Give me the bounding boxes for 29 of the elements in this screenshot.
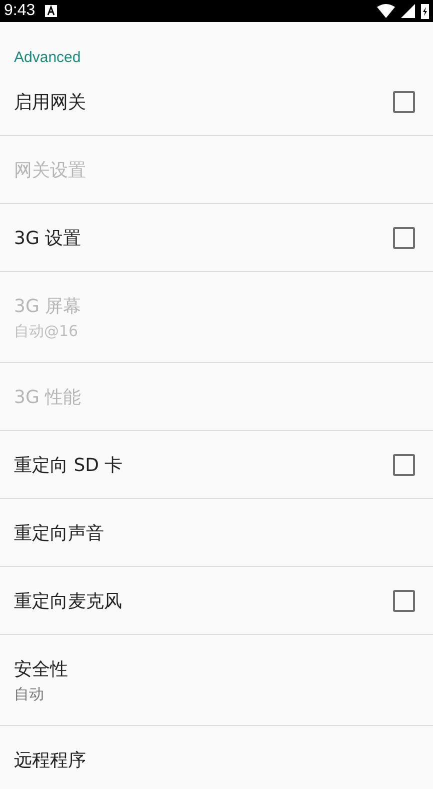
status-time: 9:43 xyxy=(4,2,36,20)
checkbox[interactable] xyxy=(393,590,415,612)
item-title: 网关设置 xyxy=(14,158,87,182)
item-title: 启用网关 xyxy=(14,90,87,114)
section-header: Advanced xyxy=(14,49,81,66)
item-summary: 自动 xyxy=(14,684,45,704)
item-title: 远程程序 xyxy=(14,748,87,772)
checkbox[interactable] xyxy=(393,454,415,476)
item-title: 重定向声音 xyxy=(14,522,105,544)
settings-item[interactable]: 重定向 SD 卡 xyxy=(0,431,433,499)
item-title: 重定向麦克风 xyxy=(14,590,123,612)
battery-icon xyxy=(421,3,429,19)
settings-item[interactable]: 重定向麦克风 xyxy=(0,567,433,635)
item-summary: 自动@16 xyxy=(14,322,80,340)
checkbox[interactable] xyxy=(393,90,415,112)
checkbox[interactable] xyxy=(393,226,415,248)
wifi-icon xyxy=(377,4,395,18)
settings-item[interactable]: 安全性 自动 xyxy=(0,635,433,726)
settings-item[interactable]: 重定向声音 xyxy=(0,499,433,567)
signal-icon xyxy=(401,4,415,18)
item-title: 3G 屏幕 xyxy=(14,294,82,318)
settings-item[interactable]: 启用网关 xyxy=(0,68,433,136)
settings-item[interactable]: 远程程序 xyxy=(0,726,433,789)
item-title: 3G 设置 xyxy=(14,226,82,250)
notification-icon xyxy=(45,5,58,17)
item-title: 安全性 xyxy=(14,658,69,680)
item-title: 重定向 SD 卡 xyxy=(14,454,124,476)
settings-item[interactable]: 3G 设置 xyxy=(0,204,433,272)
item-title: 3G 性能 xyxy=(14,386,82,408)
